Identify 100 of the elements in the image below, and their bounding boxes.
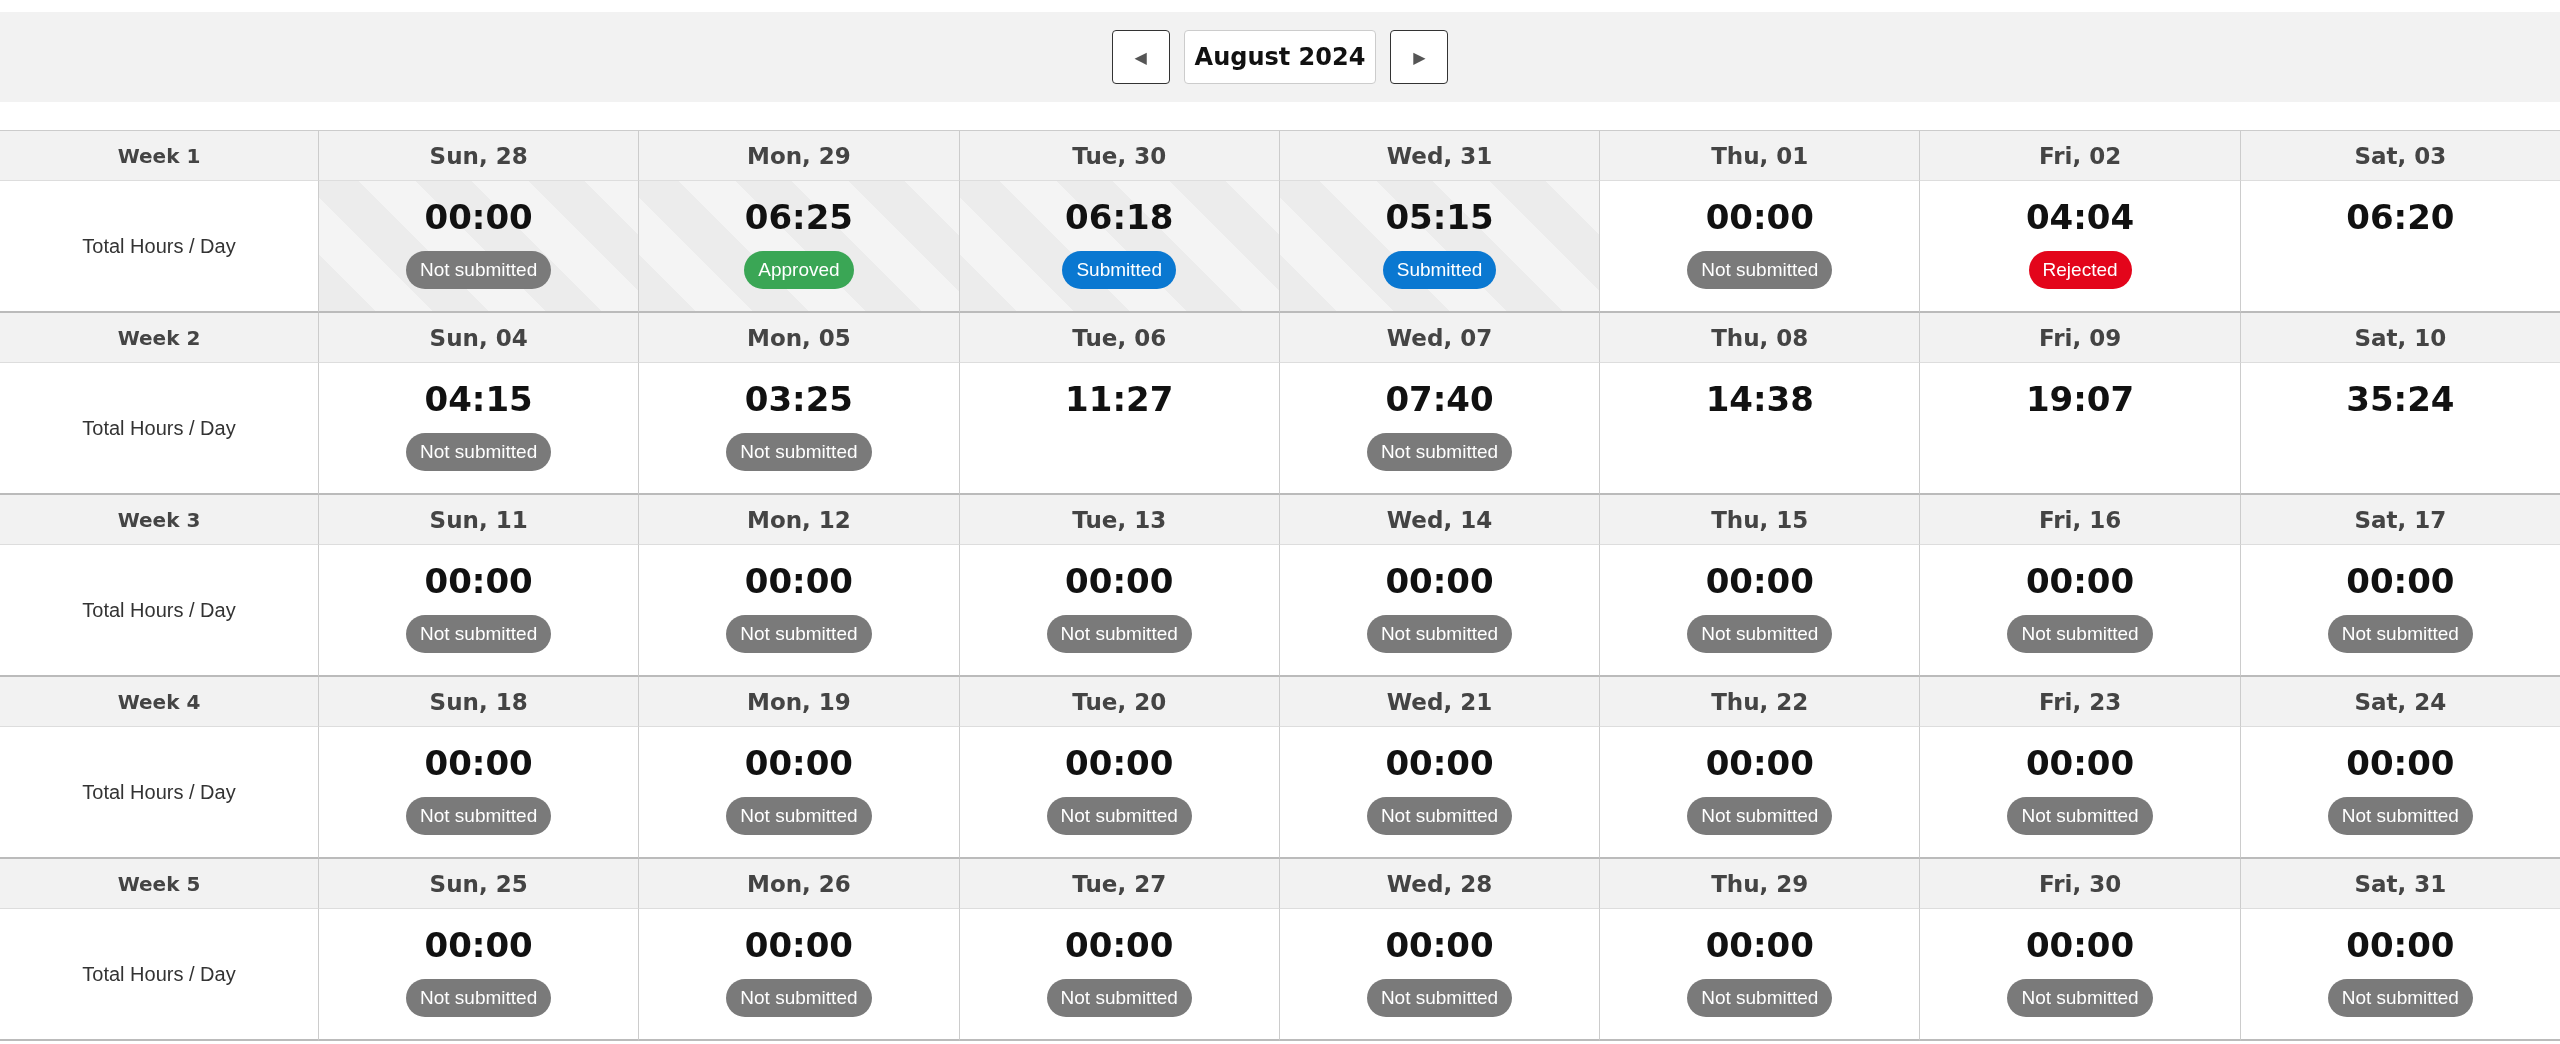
day-header: Tue, 27	[1072, 870, 1167, 897]
status-badge: Not submitted	[2327, 979, 2473, 1017]
day-cell[interactable]: 00:00 Not submitted	[958, 909, 1279, 1041]
hours-value: 00:00	[424, 925, 533, 965]
day-header: Tue, 06	[1072, 324, 1167, 351]
day-header: Sun, 11	[429, 506, 528, 533]
day-header: Sat, 31	[2354, 870, 2447, 897]
hours-value: 00:00	[1065, 925, 1174, 965]
day-cell[interactable]: 05:15 Submitted	[1278, 181, 1600, 313]
day-cell[interactable]: 00:00 Not submitted	[2239, 909, 2560, 1041]
week-label: Week 1	[117, 143, 201, 168]
day-header: Wed, 28	[1386, 870, 1493, 897]
hours-value: 06:18	[1065, 197, 1174, 237]
status-badge: Not submitted	[2007, 615, 2153, 653]
week-label: Week 2	[117, 325, 201, 350]
status-badge: Not submitted	[406, 615, 552, 653]
hours-value: 00:00	[744, 743, 854, 783]
hours-value: 00:00	[424, 197, 533, 237]
status-badge: Not submitted	[2007, 979, 2153, 1017]
hours-value: 06:20	[2346, 197, 2455, 237]
status-badge: Not submitted	[726, 979, 872, 1017]
hours-value: 04:15	[424, 379, 533, 419]
status-badge: Not submitted	[406, 797, 552, 835]
day-cell[interactable]: 00:00 Not submitted	[638, 909, 959, 1041]
day-header: Fri, 30	[2038, 870, 2122, 897]
day-header: Wed, 31	[1386, 142, 1493, 169]
day-header: Thu, 01	[1711, 142, 1809, 169]
status-badge: Not submitted	[1687, 797, 1833, 835]
status-badge: Submitted	[1062, 251, 1176, 289]
status-badge: Not submitted	[1366, 433, 1513, 471]
day-header: Tue, 20	[1072, 688, 1167, 715]
day-cell[interactable]: 06:25 Approved	[638, 181, 959, 313]
status-badge: Not submitted	[406, 433, 552, 471]
next-month-button[interactable]: ▶	[1390, 30, 1449, 84]
day-cell[interactable]: 00:00 Not submitted	[318, 181, 639, 313]
hours-value: 00:00	[1385, 743, 1494, 783]
day-header: Sun, 25	[429, 870, 528, 897]
hours-value: 00:00	[2346, 743, 2455, 783]
status-badge: Not submitted	[726, 797, 872, 835]
hours-value: 35:24	[2346, 379, 2455, 419]
day-header: Sat, 24	[2354, 688, 2447, 715]
day-header: Tue, 30	[1072, 142, 1167, 169]
day-header: Thu, 29	[1711, 870, 1809, 897]
hours-value: 00:00	[424, 743, 533, 783]
hours-value: 04:04	[2025, 197, 2135, 237]
row-label: Total Hours / Day	[82, 962, 236, 986]
day-header: Mon, 19	[747, 688, 851, 715]
day-header: Wed, 14	[1386, 506, 1493, 533]
week-label: Week 5	[117, 871, 201, 896]
hours-value: 00:00	[1705, 925, 1814, 965]
previous-month-button[interactable]: ◀	[1111, 30, 1170, 84]
status-badge: Not submitted	[1046, 797, 1192, 835]
day-header: Wed, 07	[1386, 324, 1493, 351]
day-header: Mon, 29	[747, 142, 851, 169]
day-header: Sat, 10	[2354, 324, 2447, 351]
hours-value: 00:00	[2025, 743, 2135, 783]
day-header: Thu, 15	[1711, 506, 1809, 533]
hours-value: 00:00	[744, 561, 854, 601]
hours-value: 00:00	[1385, 561, 1494, 601]
status-badge: Not submitted	[1046, 979, 1192, 1017]
day-header: Thu, 08	[1711, 324, 1809, 351]
day-cell[interactable]: 06:18 Submitted	[958, 181, 1279, 313]
status-badge: Not submitted	[1366, 797, 1513, 835]
hours-value: 14:38	[1705, 379, 1814, 419]
day-header: Sat, 03	[2354, 142, 2447, 169]
day-header: Fri, 16	[2038, 506, 2122, 533]
hours-value: 11:27	[1065, 379, 1174, 419]
day-header: Fri, 09	[2038, 324, 2122, 351]
day-header: Sun, 18	[429, 688, 528, 715]
hours-value: 00:00	[1385, 925, 1494, 965]
status-badge: Rejected	[2028, 251, 2132, 289]
hours-value: 00:00	[2025, 561, 2135, 601]
day-cell[interactable]: 00:00 Not submitted	[1599, 909, 1920, 1041]
hours-value: 00:00	[2025, 925, 2135, 965]
day-cell[interactable]: 00:00 Not submitted	[318, 909, 639, 1041]
day-header: Tue, 13	[1072, 506, 1167, 533]
day-cell[interactable]: 00:00 Not submitted	[1278, 909, 1600, 1041]
status-badge: Not submitted	[2327, 797, 2473, 835]
row-label: Total Hours / Day	[82, 234, 236, 258]
status-badge: Not submitted	[726, 433, 872, 471]
hours-value: 00:00	[1705, 743, 1814, 783]
status-badge: Not submitted	[1366, 615, 1513, 653]
status-badge: Not submitted	[1366, 979, 1513, 1017]
day-header: Sun, 28	[429, 142, 528, 169]
status-badge: Not submitted	[1687, 979, 1833, 1017]
hours-value: 00:00	[424, 561, 533, 601]
hours-value: 00:00	[1705, 561, 1814, 601]
day-cell[interactable]: 00:00 Not submitted	[1919, 909, 2240, 1041]
day-header: Wed, 21	[1386, 688, 1493, 715]
hours-value: 06:25	[744, 197, 854, 237]
hours-value: 00:00	[1065, 743, 1174, 783]
day-header: Thu, 22	[1711, 688, 1809, 715]
day-header: Fri, 23	[2038, 688, 2122, 715]
hours-value: 00:00	[1065, 561, 1174, 601]
hours-value: 03:25	[744, 379, 854, 419]
hours-value: 07:40	[1385, 379, 1494, 419]
status-badge: Submitted	[1382, 251, 1497, 289]
month-label[interactable]: August 2024	[1183, 30, 1377, 84]
status-badge: Not submitted	[1687, 251, 1833, 289]
hours-value: 00:00	[2346, 925, 2455, 965]
